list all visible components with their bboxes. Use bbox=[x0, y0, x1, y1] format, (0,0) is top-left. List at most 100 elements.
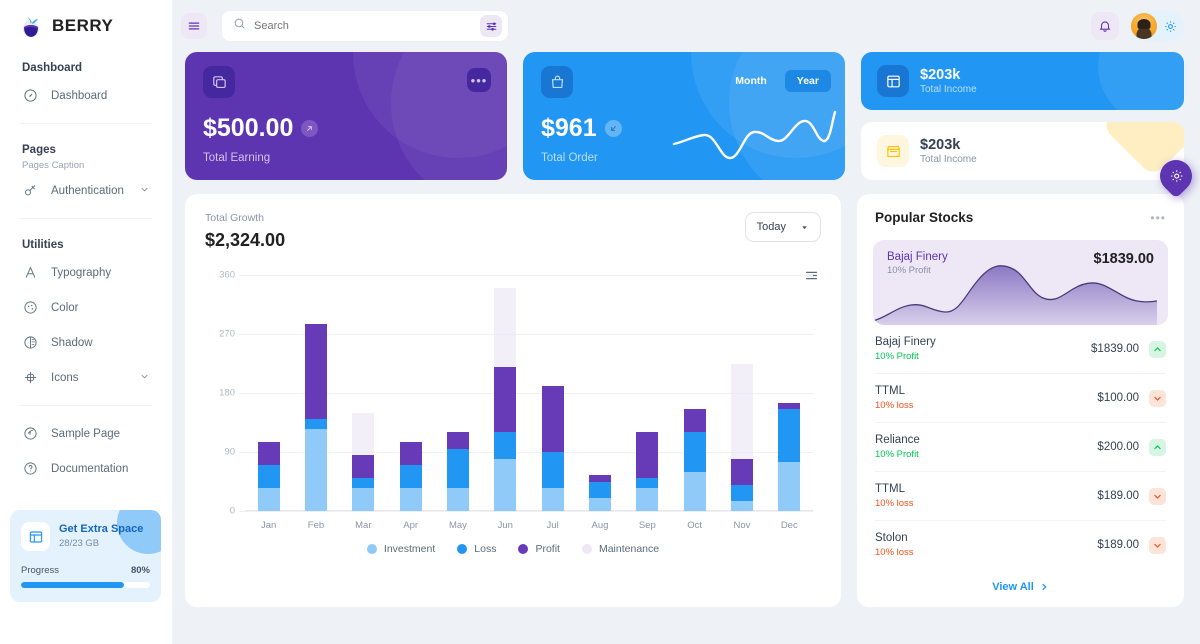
bottom-row: Total Growth $2,324.00 Today 0 90 180 270 36… bbox=[185, 194, 1184, 607]
chart-bar-column[interactable]: Aug bbox=[576, 275, 623, 531]
chart-bar-column[interactable]: Sep bbox=[624, 275, 671, 531]
chart-x-tick: Sep bbox=[638, 520, 656, 531]
chart-bar-segment-loss bbox=[494, 432, 517, 459]
main-area: ••• $500.00 Total Earning bbox=[173, 0, 1200, 644]
chart-bar-column[interactable]: May bbox=[434, 275, 481, 531]
stock-subtitle: 10% loss bbox=[875, 547, 914, 558]
toggle-year-button[interactable]: Year bbox=[784, 70, 831, 92]
toggle-month-button[interactable]: Month bbox=[723, 70, 779, 92]
chart-bar-segment-profit bbox=[304, 324, 327, 420]
period-select[interactable]: Today bbox=[744, 212, 821, 242]
chart-bar-segment-profit bbox=[636, 432, 659, 479]
income-blue-value: $203k bbox=[920, 67, 961, 83]
chart-bar-segment-loss bbox=[352, 478, 375, 489]
chart-bar-column[interactable]: Jan bbox=[245, 275, 292, 531]
stock-row[interactable]: TTML 10% loss $189.00 bbox=[875, 472, 1166, 521]
chart-y-tick: 360 bbox=[219, 269, 235, 281]
stock-value: $100.00 bbox=[1097, 392, 1139, 404]
sidebar-divider bbox=[20, 405, 152, 406]
gear-icon bbox=[1169, 169, 1184, 184]
featured-stock-card[interactable]: Bajaj Finery 10% Profit $1839.00 bbox=[873, 240, 1168, 325]
sidebar-item-sample-page[interactable]: Sample Page bbox=[10, 416, 162, 451]
sidebar-item-color[interactable]: Color bbox=[10, 290, 162, 325]
chart-bar-column[interactable]: Apr bbox=[387, 275, 434, 531]
table-icon bbox=[877, 65, 909, 97]
stock-row[interactable]: Bajaj Finery 10% Profit $1839.00 bbox=[875, 325, 1166, 374]
chart-bar-column[interactable]: Jun bbox=[482, 275, 529, 531]
chart-legend: Investment Loss Profit Maintenance bbox=[205, 543, 821, 555]
chart-y-tick: 270 bbox=[219, 328, 235, 340]
income-white-label: Total Income bbox=[920, 154, 977, 165]
shadow-icon bbox=[22, 334, 39, 351]
chart-bar-segment-investment bbox=[778, 461, 801, 511]
chart-x-tick: Apr bbox=[403, 520, 419, 531]
chart-bar-segment-loss bbox=[588, 481, 611, 498]
total-growth-panel: Total Growth $2,324.00 Today 0 90 180 270 36… bbox=[185, 194, 841, 607]
legend-item[interactable]: Loss bbox=[457, 543, 496, 555]
icons-grid-icon bbox=[22, 369, 39, 386]
typography-icon bbox=[22, 264, 39, 281]
arrow-down-icon bbox=[604, 120, 622, 137]
sidebar-item-authentication[interactable]: Authentication bbox=[10, 173, 162, 208]
copy-icon bbox=[203, 66, 235, 98]
legend-label: Loss bbox=[474, 543, 497, 555]
brand-logo-area[interactable]: BERRY bbox=[10, 0, 162, 52]
sidebar-toggle-button[interactable] bbox=[181, 13, 207, 39]
income-cards-column: $203k Total Income $203k Total Income bbox=[861, 52, 1184, 180]
total-income-white-card: $203k Total Income bbox=[861, 122, 1184, 180]
period-select-value: Today bbox=[756, 221, 786, 233]
search-input[interactable] bbox=[254, 20, 472, 32]
chart-bar-segment-loss bbox=[778, 409, 801, 462]
sidebar-item-dashboard[interactable]: Dashboard bbox=[10, 78, 162, 113]
stock-subtitle: 10% loss bbox=[875, 498, 914, 509]
legend-color-dot bbox=[581, 544, 592, 554]
legend-item[interactable]: Profit bbox=[518, 543, 560, 555]
chart-bar-column[interactable]: Dec bbox=[766, 275, 813, 531]
search-box[interactable] bbox=[221, 10, 509, 42]
sidebar-nav: Dashboard Dashboard Pages Pages Caption … bbox=[10, 52, 162, 486]
dashboard-content: ••• $500.00 Total Earning Month Year $96… bbox=[173, 52, 1200, 607]
stock-row[interactable]: Stolon 10% loss $189.00 bbox=[875, 521, 1166, 569]
sidebar-item-label: Icons bbox=[51, 371, 79, 384]
chart-bar-segment-profit bbox=[352, 455, 375, 479]
chart-bar-column[interactable]: Feb bbox=[292, 275, 339, 531]
total-earning-value-row: $500.00 bbox=[203, 114, 489, 143]
gear-icon[interactable] bbox=[1163, 19, 1178, 34]
chevron-down-icon bbox=[1149, 536, 1166, 554]
chart-x-tick: Feb bbox=[307, 520, 325, 531]
total-earning-label: Total Earning bbox=[203, 152, 271, 164]
sidebar-item-documentation[interactable]: Documentation bbox=[10, 451, 162, 486]
chart-bar-segment-investment bbox=[257, 488, 280, 511]
stock-name: Stolon bbox=[875, 532, 908, 544]
chart-bar-column[interactable]: Nov bbox=[718, 275, 765, 531]
chart-x-tick: Jan bbox=[260, 520, 277, 531]
filter-sliders-icon[interactable] bbox=[480, 15, 502, 37]
growth-value: $2,324.00 bbox=[205, 230, 286, 250]
stock-subtitle: 10% loss bbox=[875, 400, 914, 411]
chevron-up-icon bbox=[1149, 340, 1166, 358]
get-extra-space-card[interactable]: Get Extra Space 28/23 GB Progress 80% bbox=[10, 510, 161, 602]
stocks-menu-button[interactable]: ••• bbox=[1150, 211, 1166, 225]
chart-bar-column[interactable]: Mar bbox=[340, 275, 387, 531]
stock-row[interactable]: TTML 10% loss $100.00 bbox=[875, 374, 1166, 423]
view-all-link[interactable]: View All bbox=[857, 569, 1184, 607]
chart-bar-column[interactable]: Oct bbox=[671, 275, 718, 531]
chart-x-tick: Jun bbox=[497, 520, 513, 531]
key-icon bbox=[22, 182, 39, 199]
notifications-button[interactable] bbox=[1091, 12, 1119, 40]
legend-item[interactable]: Maintenance bbox=[581, 543, 659, 555]
sidebar-item-shadow[interactable]: Shadow bbox=[10, 325, 162, 360]
stock-subtitle: 10% Profit bbox=[875, 449, 919, 460]
chart-bar-column[interactable]: Jul bbox=[529, 275, 576, 531]
arrow-up-icon bbox=[301, 120, 319, 137]
chart-x-tick: Aug bbox=[591, 520, 609, 531]
legend-item[interactable]: Investment bbox=[366, 543, 435, 555]
chart-y-tick: 180 bbox=[219, 387, 235, 399]
profile-menu-button[interactable] bbox=[1129, 11, 1184, 41]
sidebar-item-icons[interactable]: Icons bbox=[10, 360, 162, 395]
stock-row[interactable]: Reliance 10% Profit $200.00 bbox=[875, 423, 1166, 472]
card-menu-button[interactable]: ••• bbox=[467, 68, 491, 92]
app-root: BERRY Dashboard Dashboard Pages Pages Ca… bbox=[0, 0, 1200, 644]
sidebar-item-typography[interactable]: Typography bbox=[10, 255, 162, 290]
chevron-down-icon bbox=[139, 184, 150, 198]
